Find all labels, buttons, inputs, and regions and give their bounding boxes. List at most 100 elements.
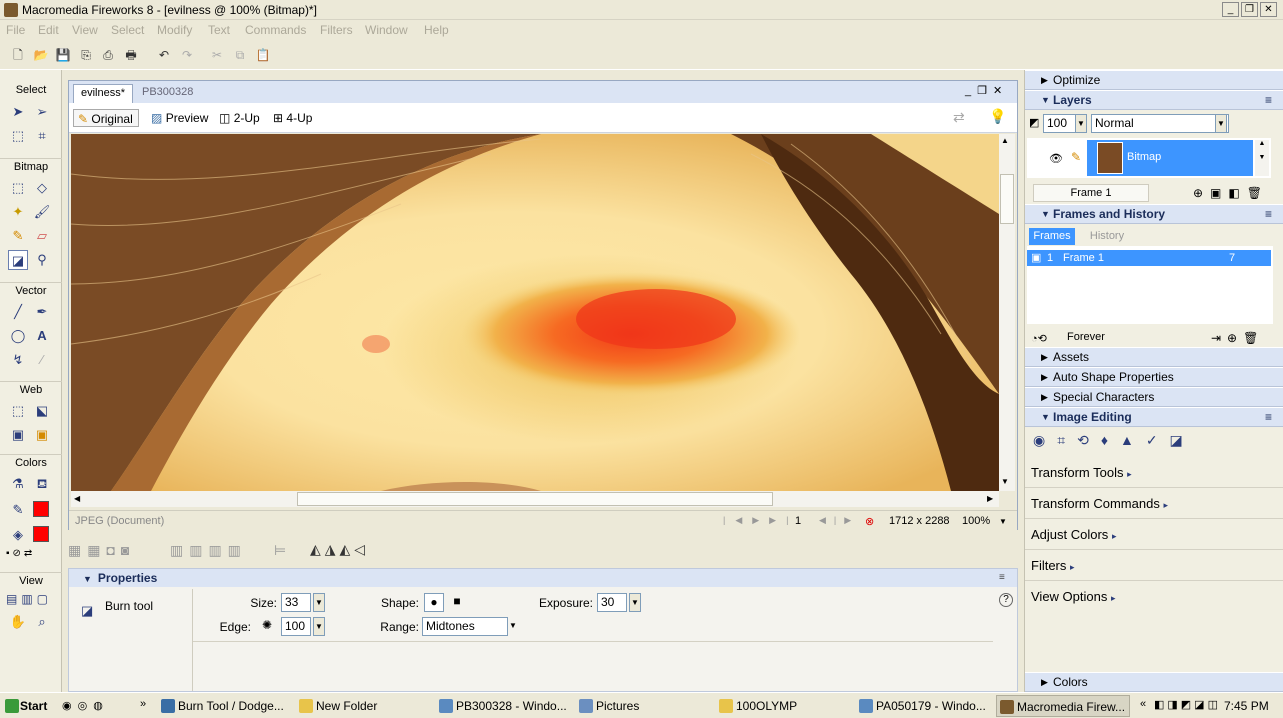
auto-shape-panel-header[interactable]: ▶ Auto Shape Properties — [1025, 367, 1283, 387]
frame-row-1[interactable]: ▣ 1 Frame 1 7 — [1027, 250, 1271, 266]
menu-text[interactable]: Text — [208, 23, 230, 37]
quick-launch-icons[interactable]: ◉◎◍ — [62, 699, 109, 712]
edge-input[interactable]: 100 — [281, 617, 311, 636]
rubber-stamp-icon[interactable]: ⚲ — [32, 250, 52, 270]
pen-tool-icon[interactable]: ✒ — [32, 302, 52, 322]
task-pictures[interactable]: Pictures — [576, 695, 710, 717]
image-editing-panel-header[interactable]: ▼ Image Editing ≡ — [1025, 407, 1283, 427]
brush-tool-icon[interactable]: 🖌 — [32, 202, 52, 222]
panel-options-icon[interactable]: ≡ — [1265, 91, 1272, 110]
system-tray-icons[interactable]: ◧◨◩◪◫ — [1154, 698, 1221, 711]
subselect-tool-icon[interactable]: ➢ — [32, 102, 52, 122]
task-pa050179[interactable]: PA050179 - Windo... — [856, 695, 990, 717]
tab-preview[interactable]: ▨ Preview — [147, 109, 213, 127]
properties-header[interactable]: ▼ Properties — [69, 569, 1017, 587]
quick-launch-expand-icon[interactable]: » — [140, 698, 146, 710]
color-controls[interactable]: ▪⊘⇄ — [6, 548, 58, 559]
exposure-slider-button[interactable]: ▼ — [629, 593, 641, 612]
doc-window-controls[interactable]: _❐✕ — [965, 84, 1008, 97]
adjust-colors-item[interactable]: Adjust Colors ▸ — [1031, 527, 1116, 542]
vertical-scrollbar[interactable]: ▲ ▼ — [999, 134, 1015, 491]
pencil-tool-icon[interactable]: ✎ — [8, 226, 28, 246]
minimize-button[interactable]: _ — [1222, 2, 1239, 17]
size-slider-button[interactable]: ▼ — [313, 593, 325, 612]
range-select[interactable]: Midtones — [422, 617, 508, 636]
save-icon[interactable]: 💾 — [53, 45, 73, 65]
horizontal-scrollbar[interactable]: ◀ ▶ — [71, 491, 999, 507]
lasso-tool-icon[interactable]: ◇ — [32, 178, 52, 198]
frame-playback-controls[interactable]: |◀▶▶| — [723, 515, 798, 526]
layer-scrollbar[interactable]: ▲ ▼ — [1255, 140, 1269, 176]
scroll-up-arrow[interactable]: ▲ — [1001, 136, 1009, 145]
task-fireworks[interactable]: Macromedia Firew... — [996, 695, 1130, 717]
help-icon[interactable]: ? — [999, 593, 1013, 607]
panel-options-icon[interactable]: ≡ — [999, 572, 1005, 583]
tab-original[interactable]: ✎ Original — [73, 109, 139, 127]
import-icon[interactable]: ⎘ — [76, 45, 96, 65]
burn-tool-icon[interactable]: ◪ — [8, 250, 28, 270]
frame-step-controls[interactable]: ◀|▶ — [819, 515, 859, 526]
rotate-icon[interactable]: ⇄ — [953, 109, 965, 126]
group-buttons[interactable]: ▦▦◘◙ — [68, 542, 135, 559]
image-editing-tool-row[interactable]: ◉⌗⟲♦▲✓◪ — [1033, 432, 1195, 449]
frames-history-header[interactable]: ▼ Frames and History ≡ — [1025, 204, 1283, 224]
loop-setting[interactable]: Forever — [1067, 331, 1105, 343]
rotate-flip-buttons[interactable]: ◭◮◭◁ — [310, 541, 369, 558]
bulb-icon[interactable]: 💡 — [989, 108, 1006, 125]
menu-window[interactable]: Window — [365, 23, 408, 37]
shape-square-button[interactable]: ■ — [447, 593, 467, 612]
scroll-left-arrow[interactable]: ◀ — [74, 494, 80, 503]
knife-tool-icon[interactable]: ⁄ — [32, 350, 52, 370]
panel-options-icon[interactable]: ≡ — [1265, 408, 1272, 427]
marquee-tool-icon[interactable]: ⬚ — [8, 178, 28, 198]
menu-select[interactable]: Select — [111, 23, 144, 37]
onion-skin-icon[interactable]: ◔⟲ — [1031, 332, 1047, 345]
image-canvas[interactable] — [71, 134, 999, 491]
colors-panel-header[interactable]: ▶ Colors — [1025, 672, 1283, 692]
magic-wand-icon[interactable]: ✦ — [8, 202, 28, 222]
tab-2up[interactable]: ◫ 2-Up — [215, 109, 267, 127]
screen-mode-buttons[interactable]: ▤▥▢ — [6, 592, 52, 606]
assets-panel-header[interactable]: ▶ Assets — [1025, 347, 1283, 367]
menu-filters[interactable]: Filters — [320, 23, 353, 37]
edge-slider-button[interactable]: ▼ — [313, 617, 325, 636]
optimize-panel-header[interactable]: ▶ Optimize — [1025, 70, 1283, 90]
image-dimensions[interactable]: 1712 x 2288 — [889, 515, 950, 527]
slice-tool-icon[interactable]: ⬕ — [32, 401, 52, 421]
crop-tool-icon[interactable]: ⌗ — [32, 126, 52, 146]
ellipse-tool-icon[interactable]: ◯ — [8, 326, 28, 346]
paste-icon[interactable]: 📋 — [253, 45, 273, 65]
stroke-color-swatch[interactable] — [33, 501, 49, 517]
shape-round-button[interactable]: ● — [424, 593, 444, 612]
filters-item[interactable]: Filters ▸ — [1031, 558, 1075, 573]
close-button[interactable]: ✕ — [1260, 2, 1277, 17]
task-100olymp[interactable]: 100OLYMP — [716, 695, 850, 717]
range-dropdown-arrow[interactable]: ▼ — [509, 621, 517, 630]
exposure-input[interactable]: 30 — [597, 593, 627, 612]
scale-tool-icon[interactable]: ⬚ — [8, 126, 28, 146]
blend-mode-dropdown[interactable]: ▼ — [1215, 114, 1227, 133]
view-options-item[interactable]: View Options ▸ — [1031, 589, 1116, 604]
tab-4up[interactable]: ⊞ 4-Up — [269, 109, 321, 127]
blend-mode-select[interactable]: Normal — [1091, 114, 1229, 133]
export-icon[interactable]: ⎙ — [98, 45, 118, 65]
menu-edit[interactable]: Edit — [38, 23, 59, 37]
pointer-tool-icon[interactable]: ➤ — [8, 102, 28, 122]
copy-icon[interactable]: ⧉ — [230, 45, 250, 65]
paint-bucket-icon[interactable]: ⛾ — [32, 474, 52, 494]
hide-slices-icon[interactable]: ▣ — [8, 425, 28, 445]
fill-color-swatch[interactable] — [33, 526, 49, 542]
zoom-dropdown-arrow[interactable]: ▼ — [999, 517, 1007, 526]
show-slices-icon[interactable]: ▣ — [32, 425, 52, 445]
open-icon[interactable]: 📂 — [31, 45, 51, 65]
hotspot-tool-icon[interactable]: ⬚ — [8, 401, 28, 421]
hand-tool-icon[interactable]: ✋ — [8, 612, 28, 632]
task-pb300328[interactable]: PB300328 - Windo... — [436, 695, 570, 717]
tray-expand-icon[interactable]: « — [1140, 698, 1146, 710]
align-button[interactable]: ⊨ — [274, 542, 286, 559]
stop-icon[interactable]: ⊗ — [865, 515, 874, 528]
tab-evilness[interactable]: evilness* — [73, 84, 134, 103]
opacity-slider-button[interactable]: ▼ — [1075, 114, 1087, 133]
menu-view[interactable]: View — [72, 23, 98, 37]
frame-action-buttons[interactable]: ⇥⊕🗑 — [1211, 331, 1264, 345]
